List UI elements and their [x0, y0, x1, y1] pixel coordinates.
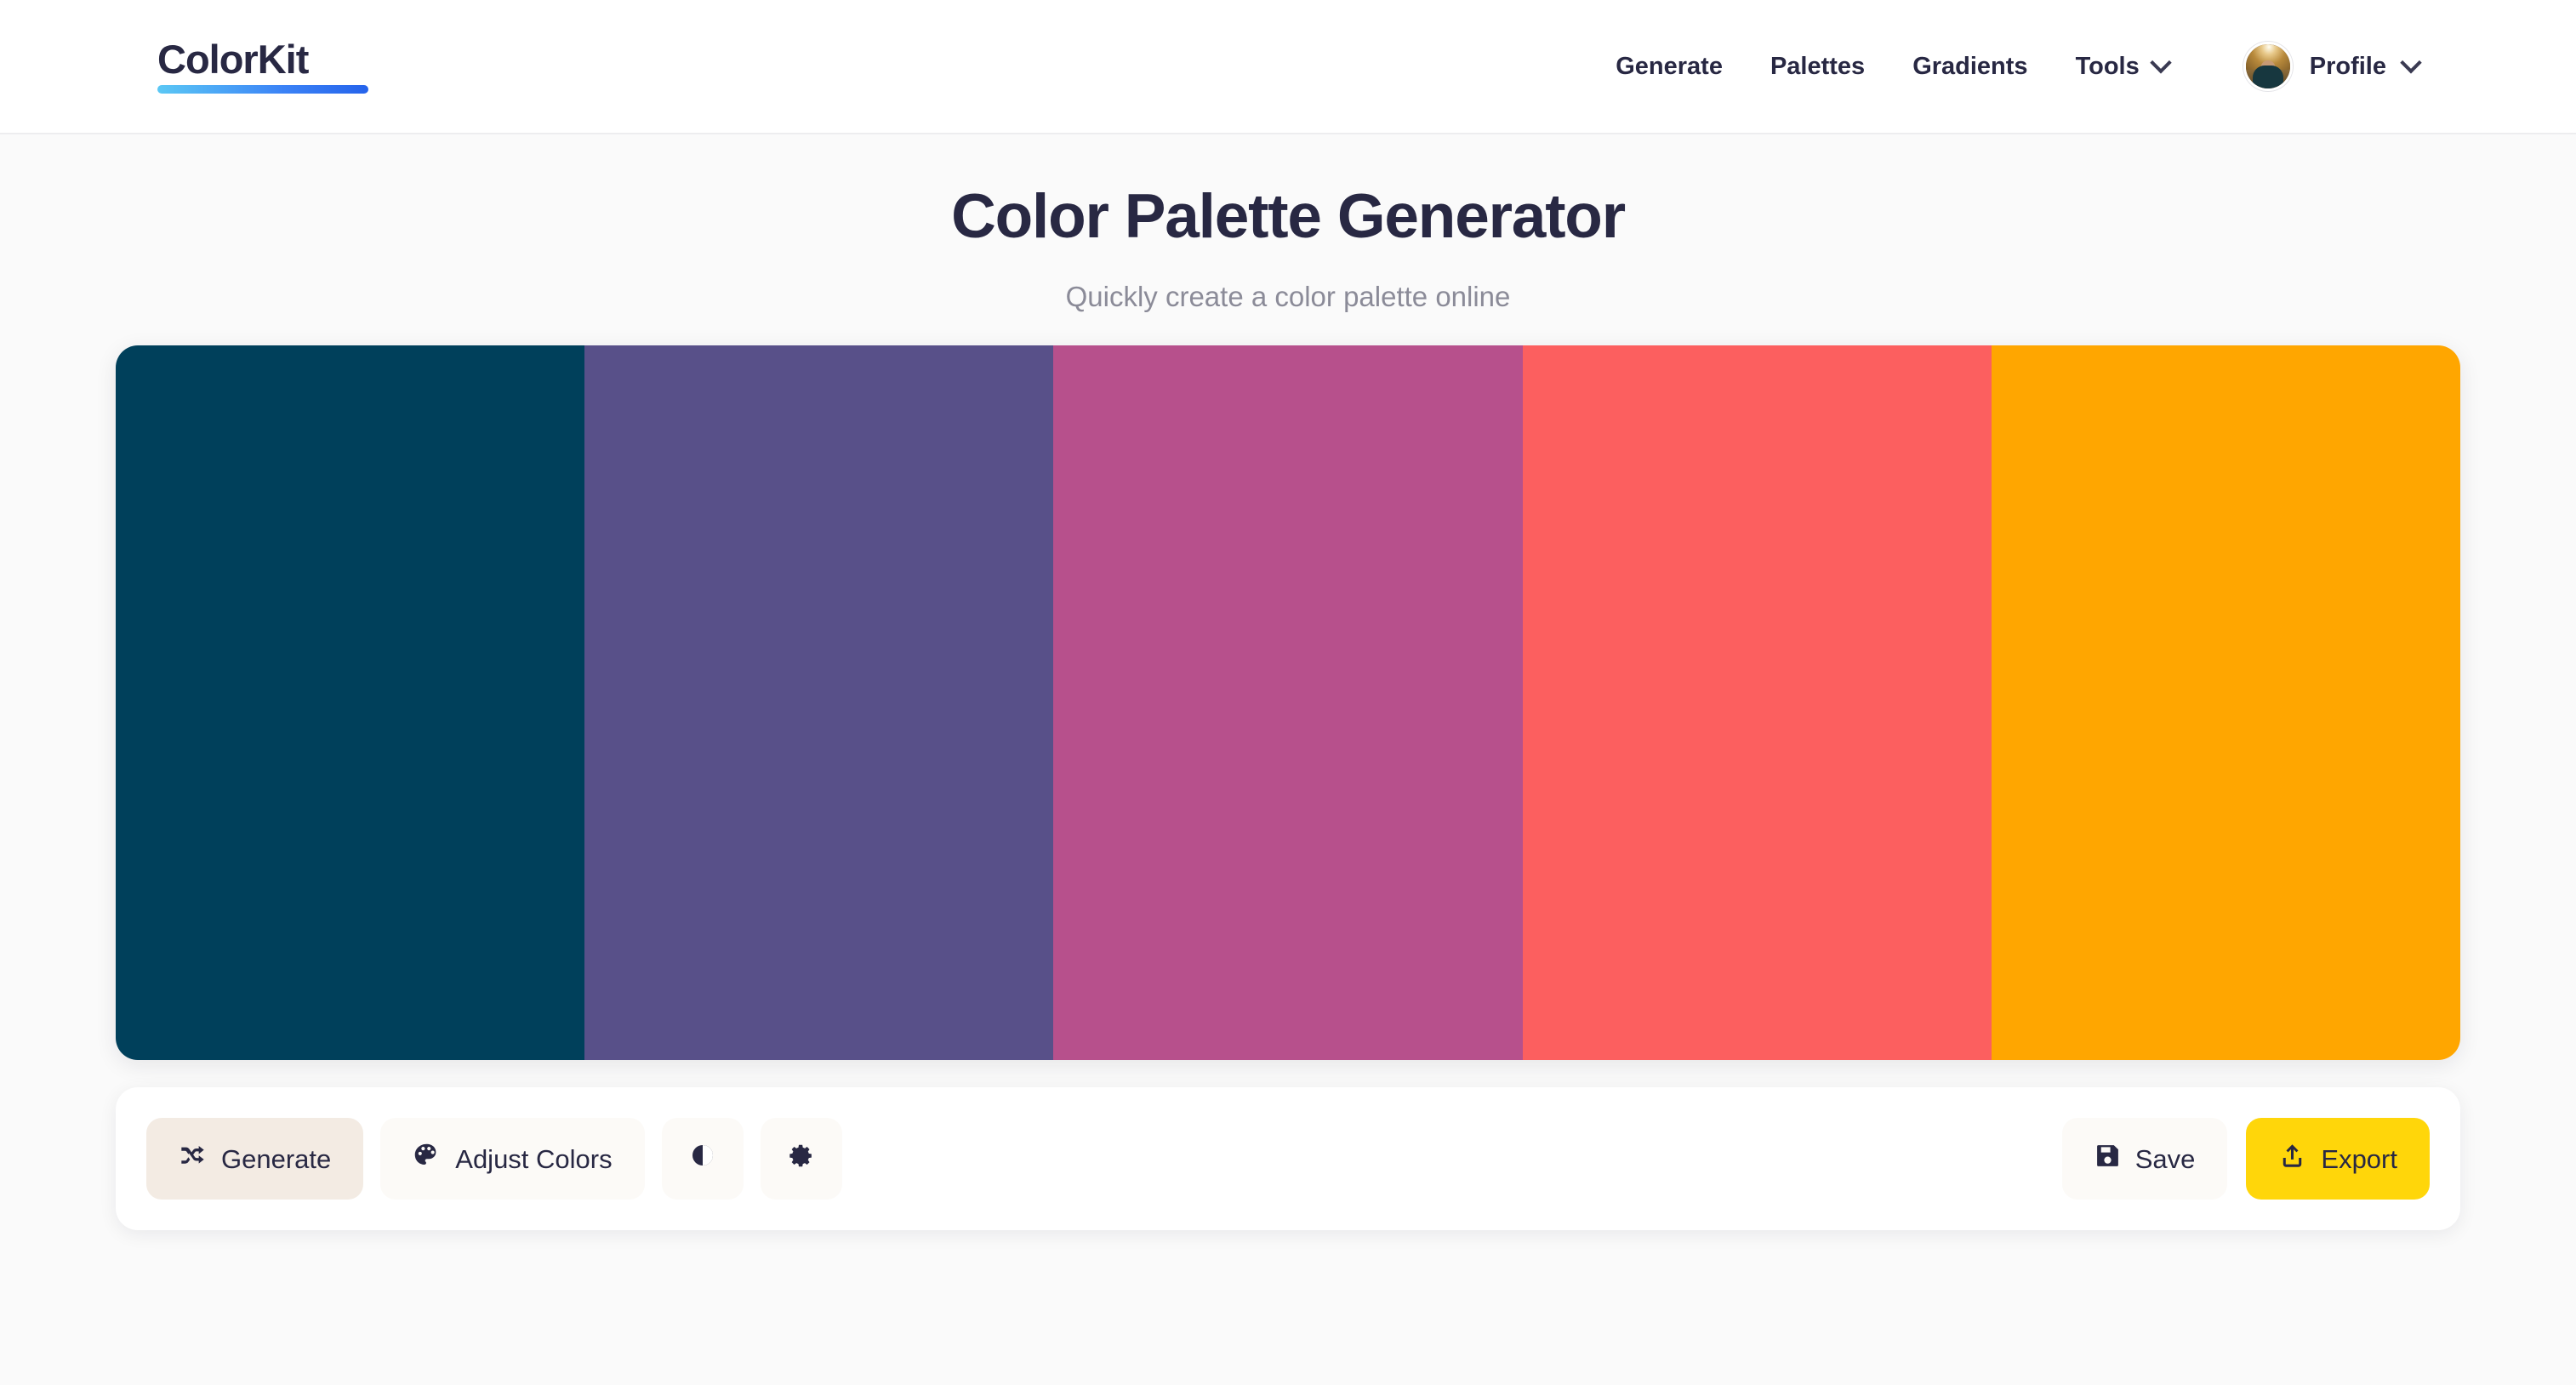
main-content: Color Palette Generator Quickly create a…	[0, 181, 2576, 1230]
generate-button[interactable]: Generate	[146, 1118, 364, 1200]
logo-text: ColorKit	[157, 37, 309, 82]
generate-button-label: Generate	[221, 1143, 332, 1174]
floppy-disk-icon	[2094, 1143, 2121, 1176]
site-header: ColorKit Generate Palettes Gradients Too…	[0, 0, 2576, 134]
nav-item-gradients[interactable]: Gradients	[1889, 53, 2051, 81]
logo-underline-accent	[157, 85, 368, 94]
adjust-colors-button[interactable]: Adjust Colors	[380, 1118, 645, 1200]
export-button-label: Export	[2321, 1143, 2397, 1174]
nav-item-palettes[interactable]: Palettes	[1747, 53, 1889, 81]
nav-item-label: Tools	[2075, 52, 2140, 80]
toolbar-left-group: Generate Adjust Colors	[146, 1118, 842, 1200]
avatar-person-body	[2252, 66, 2283, 88]
palette-toolbar: Generate Adjust Colors Save Export	[116, 1087, 2460, 1230]
color-swatch-2[interactable]	[584, 345, 1054, 1060]
color-swatch-4[interactable]	[1522, 345, 1992, 1060]
save-button-label: Save	[2134, 1143, 2196, 1174]
color-swatch-1[interactable]	[116, 345, 585, 1060]
shuffle-icon	[179, 1142, 207, 1177]
palette-display	[116, 345, 2460, 1060]
adjust-colors-button-label: Adjust Colors	[455, 1143, 613, 1174]
main-navigation: Generate Palettes Gradients Tools Profil…	[1592, 42, 2422, 91]
settings-button[interactable]	[760, 1118, 842, 1200]
nav-item-generate[interactable]: Generate	[1592, 53, 1747, 81]
contrast-button[interactable]	[661, 1118, 744, 1200]
color-swatch-5[interactable]	[1991, 345, 2460, 1060]
export-button[interactable]: Export	[2246, 1118, 2430, 1200]
avatar	[2243, 42, 2293, 91]
nav-item-label: Generate	[1616, 52, 1723, 80]
profile-label: Profile	[2309, 52, 2386, 80]
nav-item-label: Palettes	[1770, 52, 1866, 80]
page-subtitle: Quickly create a color palette online	[1065, 281, 1511, 312]
gear-icon	[787, 1142, 815, 1177]
palette-icon	[413, 1142, 441, 1177]
color-swatch-3[interactable]	[1053, 345, 1523, 1060]
toolbar-right-group: Save Export	[2061, 1118, 2430, 1200]
chevron-down-icon	[2150, 52, 2172, 74]
upload-icon	[2278, 1142, 2306, 1177]
profile-menu[interactable]: Profile	[2192, 42, 2422, 91]
chevron-down-icon	[2400, 52, 2422, 74]
nav-item-label: Gradients	[1912, 52, 2028, 80]
page-title: Color Palette Generator	[951, 182, 1626, 251]
contrast-icon	[689, 1142, 716, 1176]
nav-item-tools[interactable]: Tools	[2052, 52, 2192, 81]
save-button[interactable]: Save	[2061, 1118, 2228, 1200]
logo[interactable]: ColorKit	[157, 39, 368, 94]
